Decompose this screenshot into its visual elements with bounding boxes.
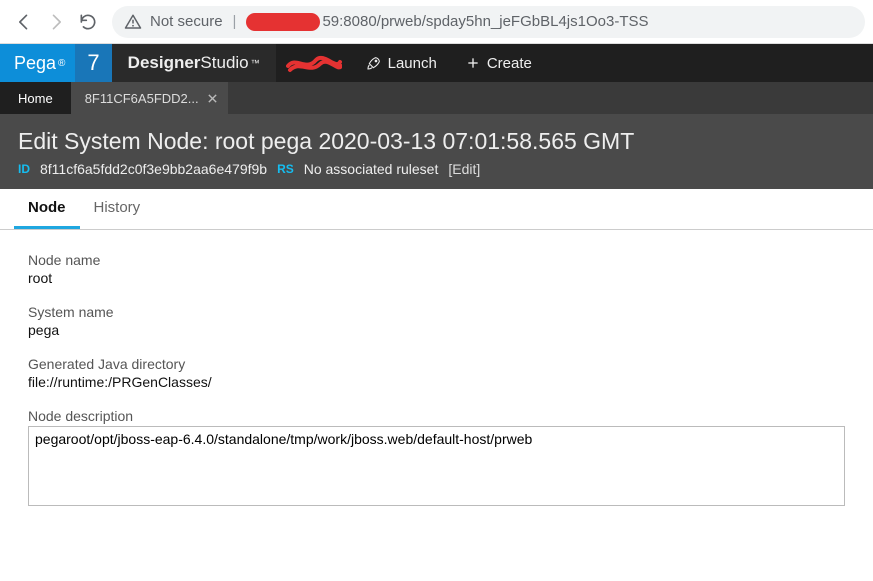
rs-value: No associated ruleset [304,161,439,177]
workspace-tabs: Home 8F11CF6A5FDD2... [0,82,873,114]
id-label: ID [18,162,30,176]
id-value: 8f11cf6a5fdd2c0f3e9bb2aa6e479f9b [40,161,267,177]
separator: | [233,13,237,30]
tm-mark: ™ [251,58,260,68]
field-node-desc: Node description pegaroot/opt/jboss-eap-… [28,408,845,509]
pega-header: Pega® 7 DesignerStudio™ Launch Create [0,44,873,82]
rocket-icon [366,55,382,71]
brand-text: Pega [14,53,56,74]
tab-node[interactable]: 8F11CF6A5FDD2... [71,82,228,114]
tab-home[interactable]: Home [0,82,71,114]
page-header: Edit System Node: root pega 2020-03-13 0… [0,114,873,189]
plus-icon [465,55,481,71]
section-tabs: Node History [0,189,873,230]
edit-link[interactable]: [Edit] [448,161,480,177]
launch-label: Launch [388,55,437,72]
create-button[interactable]: Create [451,44,546,82]
gen-dir-label: Generated Java directory [28,356,845,372]
content-area: Node name root System name pega Generate… [0,230,873,549]
not-secure-label: Not secure [150,13,223,30]
redacted-scribble [286,52,342,74]
page-subheader: ID 8f11cf6a5fdd2c0f3e9bb2aa6e479f9b RS N… [18,161,855,177]
browser-toolbar: Not secure | 59:8080/prweb/spday5hn_jeFG… [0,0,873,44]
forward-button[interactable] [40,6,72,38]
tab-section-history[interactable]: History [80,189,155,229]
redacted-host [246,13,320,31]
page-title: Edit System Node: root pega 2020-03-13 0… [18,128,855,155]
field-node-name: Node name root [28,252,845,286]
pega-logo[interactable]: Pega® 7 [0,44,112,82]
tab-section-node[interactable]: Node [14,189,80,229]
system-name-value: pega [28,322,845,338]
designer-studio-label[interactable]: DesignerStudio™ [112,44,276,82]
address-bar[interactable]: Not secure | 59:8080/prweb/spday5hn_jeFG… [112,6,865,38]
tab-close-button[interactable] [207,93,218,104]
not-secure-icon [124,13,142,31]
close-icon [207,93,218,104]
node-desc-textarea[interactable]: pegaroot/opt/jboss-eap-6.4.0/standalone/… [28,426,845,506]
field-gen-dir: Generated Java directory file://runtime:… [28,356,845,390]
brand-version: 7 [75,44,111,82]
node-name-label: Node name [28,252,845,268]
tab-home-label: Home [18,91,53,106]
designer-text: Designer [128,53,201,73]
arrow-right-icon [46,12,66,32]
system-name-label: System name [28,304,845,320]
gen-dir-value: file://runtime:/PRGenClasses/ [28,374,845,390]
field-system-name: System name pega [28,304,845,338]
node-name-value: root [28,270,845,286]
tab-node-label: 8F11CF6A5FDD2... [85,91,199,106]
reload-icon [78,12,98,32]
back-button[interactable] [8,6,40,38]
studio-text: Studio [200,53,248,73]
brand-reg: ® [58,58,65,69]
create-label: Create [487,55,532,72]
launch-button[interactable]: Launch [352,44,451,82]
reload-button[interactable] [72,6,104,38]
url-text: 59:8080/prweb/spday5hn_jeFGbBL4js1Oo3-TS… [322,13,648,30]
node-desc-label: Node description [28,408,845,424]
arrow-left-icon [14,12,34,32]
rs-label: RS [277,162,294,176]
